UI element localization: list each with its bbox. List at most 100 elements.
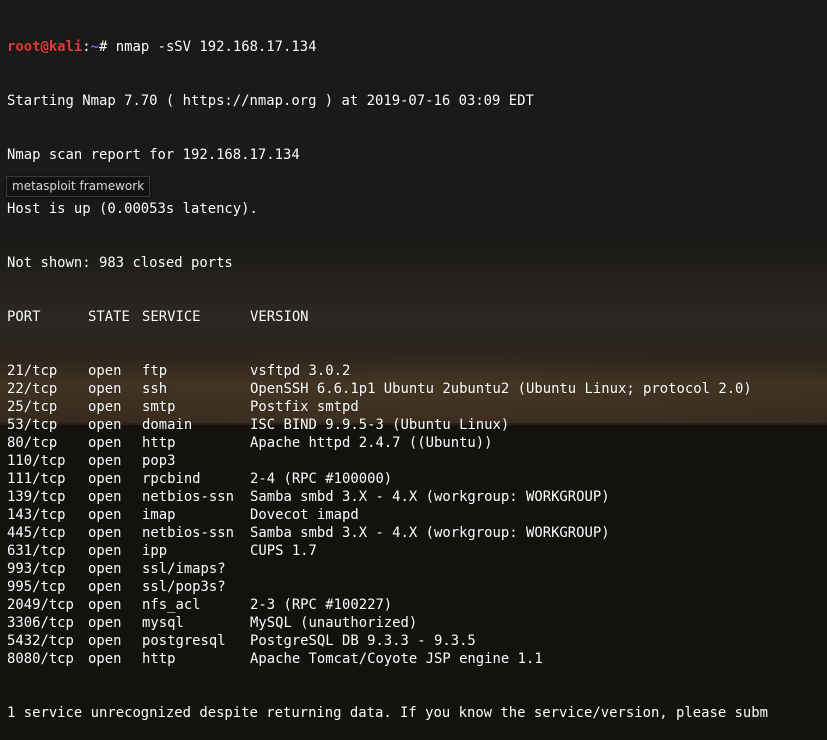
service-cell: netbios-ssn xyxy=(142,489,234,505)
service-cell: http xyxy=(142,651,176,667)
service-cell: ssh xyxy=(142,381,168,397)
port-row: 53/tcp open domain ISC BIND 9.9.5-3 (Ubuntu… xyxy=(7,416,827,434)
version-cell: MySQL (unauthorized) xyxy=(250,615,418,631)
service-cell: postgresql xyxy=(142,633,226,649)
version-cell: CUPS 1.7 xyxy=(250,543,317,559)
version-cell: Samba smbd 3.X - 4.X (workgroup: WORKGRO… xyxy=(250,525,610,541)
port-cell: 445/tcp xyxy=(7,525,66,541)
prompt-user-host: root@kali xyxy=(7,39,83,55)
service-cell: http xyxy=(142,435,176,451)
state-cell: open xyxy=(88,507,122,523)
port-cell: 53/tcp xyxy=(7,417,58,433)
port-row: 143/tcp open imap Dovecot imapd xyxy=(7,506,827,524)
state-cell: open xyxy=(88,633,122,649)
header-state: STATE xyxy=(88,309,130,325)
port-cell: 22/tcp xyxy=(7,381,58,397)
port-cell: 111/tcp xyxy=(7,471,66,487)
port-row: 993/tcp open ssl/imaps? xyxy=(7,560,827,578)
service-cell: rpcbind xyxy=(142,471,201,487)
service-cell: nfs_acl xyxy=(142,597,201,613)
port-row: 5432/tcp open postgresql PostgreSQL DB 9.3.… xyxy=(7,632,827,650)
port-cell: 3306/tcp xyxy=(7,615,74,631)
port-row: 139/tcp open netbios-ssn Samba smbd 3.X - 4… xyxy=(7,488,827,506)
state-cell: open xyxy=(88,363,122,379)
service-cell: ssl/pop3s? xyxy=(142,579,226,595)
state-cell: open xyxy=(88,489,122,505)
prompt-path: ~ xyxy=(90,39,100,55)
port-cell: 25/tcp xyxy=(7,399,58,415)
state-cell: open xyxy=(88,399,122,415)
port-cell: 80/tcp xyxy=(7,435,58,451)
port-cell: 993/tcp xyxy=(7,561,66,577)
state-cell: open xyxy=(88,615,122,631)
service-cell: pop3 xyxy=(142,453,176,469)
version-cell: PostgreSQL DB 9.3.3 - 9.3.5 xyxy=(250,633,476,649)
state-cell: open xyxy=(88,435,122,451)
service-cell: imap xyxy=(142,507,176,523)
version-cell: 2-3 (RPC #100227) xyxy=(250,597,393,613)
port-row: 25/tcp open smtp Postfix smtpd xyxy=(7,398,827,416)
port-cell: 631/tcp xyxy=(7,543,66,559)
port-row: 8080/tcp open http Apache Tomcat/Coyote JSP… xyxy=(7,650,827,668)
state-cell: open xyxy=(88,453,122,469)
prompt-line: root@kali:~# nmap -sSV 192.168.17.134 xyxy=(7,38,827,56)
state-cell: open xyxy=(88,417,122,433)
table-header: PORT STATE SERVICE VERSION xyxy=(7,308,827,326)
output-line-not-shown: Not shown: 983 closed ports xyxy=(7,255,233,271)
port-row: 2049/tcp open nfs_acl 2-3 (RPC #100227) xyxy=(7,596,827,614)
port-cell: 110/tcp xyxy=(7,453,66,469)
output-line-unrecognized: 1 service unrecognized despite returning… xyxy=(7,705,769,721)
output-line-host-up: Host is up (0.00053s latency). xyxy=(7,201,258,217)
port-row: 80/tcp open http Apache httpd 2.4.7 ((Ubunt… xyxy=(7,434,827,452)
state-cell: open xyxy=(88,525,122,541)
port-row: 22/tcp open ssh OpenSSH 6.6.1p1 Ubuntu 2ubu… xyxy=(7,380,827,398)
version-cell: ISC BIND 9.9.5-3 (Ubuntu Linux) xyxy=(250,417,510,433)
port-cell: 139/tcp xyxy=(7,489,66,505)
service-cell: domain xyxy=(142,417,193,433)
version-cell: 2-4 (RPC #100000) xyxy=(250,471,393,487)
version-cell: Postfix smtpd xyxy=(250,399,359,415)
port-row: 111/tcp open rpcbind 2-4 (RPC #100000) xyxy=(7,470,827,488)
port-row: 445/tcp open netbios-ssn Samba smbd 3.X - 4… xyxy=(7,524,827,542)
command-text: nmap -sSV 192.168.17.134 xyxy=(115,39,317,55)
state-cell: open xyxy=(88,471,122,487)
state-cell: open xyxy=(88,579,122,595)
port-cell: 8080/tcp xyxy=(7,651,74,667)
service-cell: mysql xyxy=(142,615,184,631)
service-cell: ftp xyxy=(142,363,168,379)
port-row: 3306/tcp open mysql MySQL (unauthorized) xyxy=(7,614,827,632)
version-cell: Dovecot imapd xyxy=(250,507,359,523)
output-line-nmap-start: Starting Nmap 7.70 ( https://nmap.org ) … xyxy=(7,93,534,109)
service-cell: netbios-ssn xyxy=(142,525,234,541)
port-cell: 5432/tcp xyxy=(7,633,74,649)
version-cell: Apache Tomcat/Coyote JSP engine 1.1 xyxy=(250,651,543,667)
state-cell: open xyxy=(88,561,122,577)
version-cell: vsftpd 3.0.2 xyxy=(250,363,351,379)
port-row: 110/tcp open pop3 xyxy=(7,452,827,470)
port-table-rows: 21/tcp open ftp vsftpd 3.0.2 22/tcp open ssh Op… xyxy=(7,362,827,668)
header-version: VERSION xyxy=(250,309,309,325)
state-cell: open xyxy=(88,543,122,559)
version-cell: OpenSSH 6.6.1p1 Ubuntu 2ubuntu2 (Ubuntu … xyxy=(250,381,752,397)
version-cell: Samba smbd 3.X - 4.X (workgroup: WORKGRO… xyxy=(250,489,610,505)
state-cell: open xyxy=(88,651,122,667)
prompt-symbol: # xyxy=(99,39,116,55)
port-row: 631/tcp open ipp CUPS 1.7 xyxy=(7,542,827,560)
port-row: 21/tcp open ftp vsftpd 3.0.2 xyxy=(7,362,827,380)
service-cell: smtp xyxy=(142,399,176,415)
port-cell: 143/tcp xyxy=(7,507,66,523)
port-cell: 21/tcp xyxy=(7,363,58,379)
terminal-output[interactable]: root@kali:~# nmap -sSV 192.168.17.134 St… xyxy=(0,0,827,721)
port-row: 995/tcp open ssl/pop3s? xyxy=(7,578,827,596)
prompt-separator: : xyxy=(82,39,91,55)
header-service: SERVICE xyxy=(142,309,201,325)
service-cell: ipp xyxy=(142,543,168,559)
port-cell: 2049/tcp xyxy=(7,597,74,613)
output-line-scan-report: Nmap scan report for 192.168.17.134 xyxy=(7,147,300,163)
tooltip: metasploit framework xyxy=(6,176,151,197)
service-cell: ssl/imaps? xyxy=(142,561,226,577)
state-cell: open xyxy=(88,381,122,397)
port-cell: 995/tcp xyxy=(7,579,66,595)
version-cell: Apache httpd 2.4.7 ((Ubuntu)) xyxy=(250,435,493,451)
state-cell: open xyxy=(88,597,122,613)
